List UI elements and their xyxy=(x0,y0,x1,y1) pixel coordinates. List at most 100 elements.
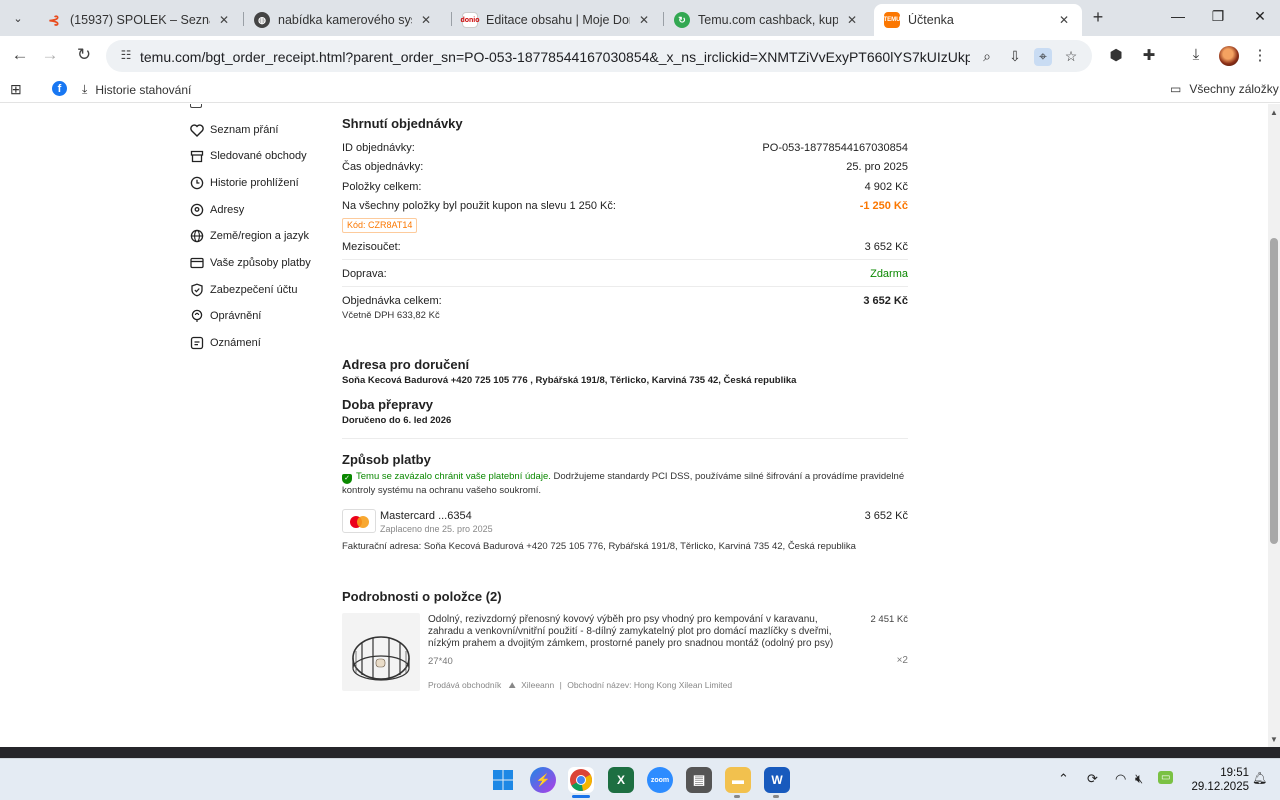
zoom-magnifier-icon[interactable]: ⌕ xyxy=(978,48,996,66)
notification-icon xyxy=(190,336,204,350)
battery-icon[interactable]: ▭ xyxy=(1158,771,1174,784)
profile-avatar[interactable] xyxy=(1219,46,1239,66)
install-app-icon[interactable]: ⇩ xyxy=(1006,48,1024,66)
close-icon[interactable]: ✕ xyxy=(418,13,434,27)
sidebar-item-wishlist[interactable]: Seznam přání xyxy=(190,120,278,140)
minimize-button[interactable]: — xyxy=(1168,8,1188,28)
zoom-icon[interactable]: zoom xyxy=(647,767,673,793)
sidebar-item-label: Seznam přání xyxy=(210,124,279,136)
site-info-icon[interactable]: ☷ xyxy=(118,48,134,64)
order-time-row: Čas objednávky: 25. pro 2025 xyxy=(342,161,908,173)
tray-overflow-icon[interactable]: ⌃ xyxy=(1058,771,1069,787)
messenger-icon[interactable]: ⚡ xyxy=(530,767,556,793)
reload-button[interactable]: ↻ xyxy=(74,46,94,66)
sidebar-item-label: Zabezpečení účtu xyxy=(210,284,298,296)
page-scrollbar[interactable]: ▲ ▼ xyxy=(1268,104,1280,747)
clock-date: 29.12.2025 xyxy=(1191,781,1249,793)
extension-shield-icon[interactable]: ⬢ xyxy=(1106,46,1126,66)
scroll-down-icon[interactable]: ▼ xyxy=(1270,735,1278,744)
chrome-icon[interactable] xyxy=(568,767,594,793)
divider xyxy=(342,259,908,260)
scrollbar-thumb[interactable] xyxy=(1270,238,1278,544)
order-id-row: ID objednávky: PO-053-18778544167030854 xyxy=(342,142,908,154)
seller-logo-icon: ⛰ xyxy=(508,680,516,690)
back-button[interactable]: ← xyxy=(10,46,30,66)
sidebar-item-label: Historie prohlížení xyxy=(210,177,299,189)
sidebar-item-payment-methods[interactable]: Vaše způsoby platby xyxy=(190,253,311,273)
sidebar-item-permissions[interactable]: Oprávnění xyxy=(190,306,261,326)
order-time-label: Čas objednávky: xyxy=(342,161,424,173)
sidebar-item-icon-partial xyxy=(190,104,202,108)
seller-divider: | xyxy=(559,680,562,690)
tab-seznam-email[interactable]: ⊰ (15937) SPOLEK – Seznam Email ✕ xyxy=(36,4,242,36)
bookmark-downloads[interactable]: ⤓ Historie stahování xyxy=(82,82,191,97)
sidebar-item-addresses[interactable]: Adresy xyxy=(190,200,244,220)
download-icon[interactable]: ⤓ xyxy=(1186,46,1206,66)
address-bar[interactable]: ☷ temu.com/bgt_order_receipt.html?parent… xyxy=(106,40,1092,72)
bookmark-star-icon[interactable]: ☆ xyxy=(1062,48,1080,66)
all-bookmarks-button[interactable]: ▭ Všechny záložky xyxy=(1170,82,1279,96)
tab-donio[interactable]: donio Editace obsahu | Moje Donio | ✕ xyxy=(452,4,662,36)
temu-icon: TEMU xyxy=(884,12,901,28)
close-icon[interactable]: ✕ xyxy=(1056,13,1072,27)
word-icon[interactable]: W xyxy=(764,767,790,793)
facebook-icon[interactable]: f xyxy=(52,81,67,96)
lens-icon[interactable]: ⌖ xyxy=(1034,48,1052,66)
billing-address-row: Fakturační adresa: Soňa Kecová Badurová … xyxy=(342,541,908,552)
close-icon[interactable]: ✕ xyxy=(844,13,860,27)
more-menu-icon[interactable]: ⋮ xyxy=(1250,46,1270,66)
delivery-time: Doručeno do 6. led 2026 xyxy=(342,415,908,426)
scroll-up-icon[interactable]: ▲ xyxy=(1270,108,1278,117)
start-icon[interactable] xyxy=(490,767,516,793)
url-text[interactable]: temu.com/bgt_order_receipt.html?parent_o… xyxy=(140,49,970,65)
product-image[interactable] xyxy=(342,613,420,691)
sidebar-item-notifications[interactable]: Oznámení xyxy=(190,333,261,353)
notification-bell-icon[interactable]: 🔔︎ xyxy=(1252,771,1267,785)
close-icon[interactable]: ✕ xyxy=(216,13,232,27)
payment-security-note: ✓ Temu se zavázalo chránit vaše platební … xyxy=(342,470,908,497)
tab-search-button[interactable]: ⌄ xyxy=(6,6,30,30)
paid-on-row: Zaplaceno dne 25. pro 2025 xyxy=(380,524,908,534)
delivery-address: Soňa Kecová Badurová +420 725 105 776 , … xyxy=(342,375,908,386)
sidebar-item-followed-stores[interactable]: Sledované obchody xyxy=(190,146,307,166)
billing-address-text: Fakturační adresa: Soňa Kecová Badurová … xyxy=(342,541,856,552)
globe-icon: ◍ xyxy=(254,12,270,28)
volume-muted-icon[interactable]: 🔇︎ xyxy=(1135,771,1143,787)
sync-icon[interactable]: ⟳ xyxy=(1087,771,1098,787)
extensions-puzzle-icon[interactable]: ✚ xyxy=(1139,46,1159,66)
product-seller: Prodává obchodník ⛰ Xileeann | Obchodní … xyxy=(428,680,732,691)
coupon-code-badge: Kód: CZR8AT14 xyxy=(342,218,418,233)
permission-icon xyxy=(190,309,204,323)
vat-text: Včetně DPH 633,82 Kč xyxy=(342,310,440,321)
shipping-value: Zdarma xyxy=(870,268,908,280)
system-clock[interactable]: 19:51 29.12.2025 xyxy=(1183,766,1249,794)
tab-strip: ⌄ ⊰ (15937) SPOLEK – Seznam Email ✕ ◍ na… xyxy=(0,0,1280,36)
scanner-icon[interactable]: ▤ xyxy=(686,767,712,793)
close-icon[interactable]: ✕ xyxy=(636,13,652,27)
product-title[interactable]: Odolný, rezivzdorný přenosný kovový výbě… xyxy=(428,614,848,650)
sidebar-item-country-language[interactable]: Země/region a jazyk xyxy=(190,226,309,246)
new-tab-button[interactable]: + xyxy=(1088,8,1108,28)
forward-button[interactable]: → xyxy=(40,46,60,66)
window-close-button[interactable]: ✕ xyxy=(1250,8,1270,28)
zoom-label: zoom xyxy=(650,776,670,784)
sidebar-item-browsing-history[interactable]: Historie prohlížení xyxy=(190,173,299,193)
shipping-row: Doprava: Zdarma xyxy=(342,268,908,280)
restore-button[interactable]: ❐ xyxy=(1208,8,1228,28)
excel-icon[interactable]: X xyxy=(608,767,634,793)
tab-temu-cashback[interactable]: ↻ Temu.com cashback, kupony a ✕ xyxy=(664,4,870,36)
tab-kamerovy-system[interactable]: ◍ nabídka kamerového systému. ✕ xyxy=(244,4,444,36)
tab-uctenka[interactable]: TEMU Účtenka ✕ xyxy=(874,4,1082,36)
seller-company: Obchodní název: Hong Kong Xilean Limited xyxy=(567,680,733,690)
order-total-label: Objednávka celkem: xyxy=(342,295,442,307)
file-explorer-icon[interactable]: ▬ xyxy=(725,767,751,793)
sidebar-item-account-security[interactable]: Zabezpečení účtu xyxy=(190,280,297,300)
apps-grid-icon[interactable]: ⊞ xyxy=(10,81,22,98)
wifi-icon[interactable]: ◠ xyxy=(1115,771,1126,787)
receipt-page: Seznam přání Sledované obchody Historie … xyxy=(0,104,1268,747)
sidebar-item-label: Sledované obchody xyxy=(210,150,307,162)
browser-toolbar: ← → ↻ ☷ temu.com/bgt_order_receipt.html?… xyxy=(0,36,1280,76)
seller-name[interactable]: Xileeann xyxy=(521,680,554,690)
clock-time: 19:51 xyxy=(1220,767,1249,779)
clock-icon xyxy=(190,176,204,190)
